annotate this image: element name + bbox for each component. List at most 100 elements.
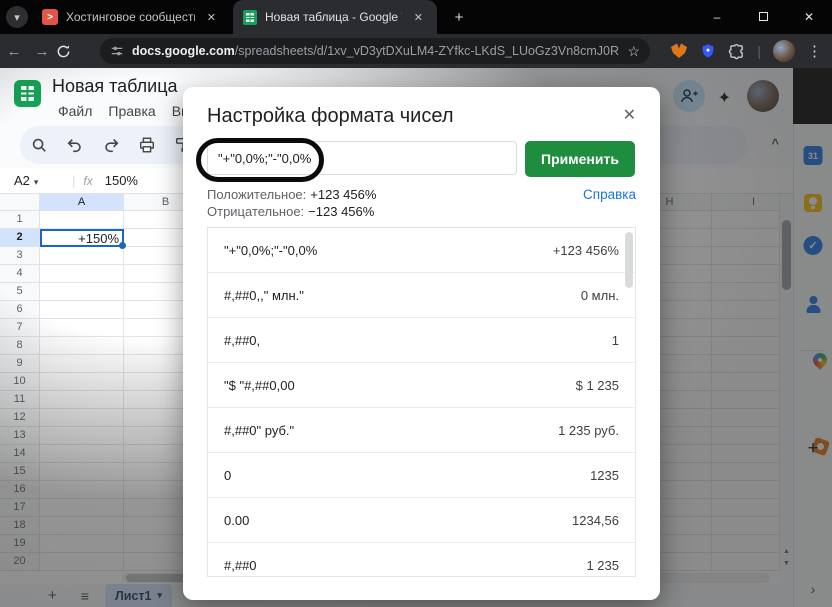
cell-A7[interactable]: [40, 319, 124, 337]
cell-A5[interactable]: [40, 283, 124, 301]
cell-A19[interactable]: [40, 535, 124, 553]
cell-I19[interactable]: [712, 535, 779, 553]
account-avatar[interactable]: [747, 80, 779, 112]
row-header-1[interactable]: 1: [0, 211, 40, 229]
add-sheet-button[interactable]: +: [48, 587, 57, 604]
cell-A2[interactable]: +150%: [40, 229, 126, 249]
cell-I7[interactable]: [712, 319, 779, 337]
menu-файл[interactable]: Файл: [50, 101, 100, 121]
row-header-19[interactable]: 19: [0, 535, 40, 553]
formula-input[interactable]: 150%: [105, 173, 138, 188]
keep-icon[interactable]: [804, 194, 822, 212]
column-header-I[interactable]: I: [712, 194, 779, 211]
cell-I3[interactable]: [712, 247, 779, 265]
reload-icon[interactable]: [56, 44, 84, 59]
sheets-logo-icon[interactable]: [14, 80, 41, 107]
undo-icon[interactable]: [66, 136, 84, 154]
cell-A12[interactable]: [40, 409, 124, 427]
cell-I20[interactable]: [712, 553, 779, 571]
cell-I4[interactable]: [712, 265, 779, 283]
list-scrollbar-thumb[interactable]: [625, 232, 633, 288]
menu-правка[interactable]: Правка: [100, 101, 163, 121]
format-option[interactable]: "$ "#,##0,00 $ 1 235: [208, 363, 635, 408]
maps-icon[interactable]: [810, 350, 830, 370]
row-header-5[interactable]: 5: [0, 283, 40, 301]
cell-I1[interactable]: [712, 211, 779, 229]
add-icon[interactable]: +: [807, 438, 818, 460]
row-header-14[interactable]: 14: [0, 445, 40, 463]
browser-menu-icon[interactable]: ⋮: [807, 42, 822, 60]
cell-A18[interactable]: [40, 517, 124, 535]
fill-handle[interactable]: [119, 242, 126, 249]
format-option[interactable]: #,##0" руб." 1 235 руб.: [208, 408, 635, 453]
extensions-puzzle-icon[interactable]: [728, 43, 745, 60]
format-option[interactable]: 0 1235: [208, 453, 635, 498]
cell-I15[interactable]: [712, 463, 779, 481]
apply-button[interactable]: Применить: [525, 141, 635, 177]
tab-search-button[interactable]: ▾: [6, 6, 28, 28]
format-input[interactable]: [207, 141, 517, 175]
address-bar[interactable]: docs.google.com/spreadsheets/d/1xv_vD3yt…: [100, 38, 650, 64]
select-all-corner[interactable]: [0, 194, 40, 211]
tab-close-icon[interactable]: ✕: [410, 9, 427, 26]
tasks-icon[interactable]: ✓: [803, 236, 823, 255]
bookmark-star-icon[interactable]: ☆: [627, 43, 640, 60]
row-header-3[interactable]: 3: [0, 247, 40, 265]
cell-I14[interactable]: [712, 445, 779, 463]
cell-A17[interactable]: [40, 499, 124, 517]
shield-extension-icon[interactable]: [700, 43, 716, 60]
cell-I11[interactable]: [712, 391, 779, 409]
format-option[interactable]: #,##0, 1: [208, 318, 635, 363]
site-info-icon[interactable]: [110, 44, 124, 58]
cell-A16[interactable]: [40, 481, 124, 499]
format-option[interactable]: 0.00 1234,56: [208, 498, 635, 543]
row-header-8[interactable]: 8: [0, 337, 40, 355]
row-header-16[interactable]: 16: [0, 481, 40, 499]
cell-I10[interactable]: [712, 373, 779, 391]
row-header-18[interactable]: 18: [0, 517, 40, 535]
row-header-9[interactable]: 9: [0, 355, 40, 373]
cell-I18[interactable]: [712, 517, 779, 535]
row-header-12[interactable]: 12: [0, 409, 40, 427]
cell-I17[interactable]: [712, 499, 779, 517]
hide-side-panel-icon[interactable]: ›: [811, 581, 816, 597]
browser-tab-sheets[interactable]: Новая таблица - Google Табли ✕: [233, 0, 437, 34]
format-option[interactable]: "+"0,0%;"-"0,0% +123 456%: [208, 228, 635, 273]
cell-I9[interactable]: [712, 355, 779, 373]
browser-tab-hosting[interactable]: > Хостинговое сообщество «Tim ✕: [32, 0, 230, 34]
redo-icon[interactable]: [102, 136, 120, 154]
vertical-scrollbar-thumb[interactable]: [782, 220, 791, 290]
maximize-button[interactable]: [740, 10, 786, 24]
forward-icon[interactable]: →: [28, 43, 56, 60]
row-header-11[interactable]: 11: [0, 391, 40, 409]
cell-I16[interactable]: [712, 481, 779, 499]
cell-A10[interactable]: [40, 373, 124, 391]
row-header-6[interactable]: 6: [0, 301, 40, 319]
help-link[interactable]: Справка: [583, 187, 636, 202]
cell-I8[interactable]: [712, 337, 779, 355]
scroll-down-icon[interactable]: ▼: [780, 560, 793, 567]
document-title[interactable]: Новая таблица: [52, 76, 178, 97]
cell-A8[interactable]: [40, 337, 124, 355]
row-header-7[interactable]: 7: [0, 319, 40, 337]
cell-I6[interactable]: [712, 301, 779, 319]
cell-I2[interactable]: [712, 229, 779, 247]
all-sheets-menu-icon[interactable]: ≡: [81, 588, 89, 604]
row-header-4[interactable]: 4: [0, 265, 40, 283]
cell-A20[interactable]: [40, 553, 124, 571]
metamask-icon[interactable]: [670, 42, 688, 60]
cell-I12[interactable]: [712, 409, 779, 427]
format-option[interactable]: #,##0 1 235: [208, 543, 635, 576]
row-header-20[interactable]: 20: [0, 553, 40, 571]
minimize-button[interactable]: –: [694, 10, 740, 24]
column-header-A[interactable]: A: [40, 194, 124, 211]
dialog-close-icon[interactable]: ✕: [621, 103, 638, 127]
row-header-15[interactable]: 15: [0, 463, 40, 481]
cell-A9[interactable]: [40, 355, 124, 373]
cell-A4[interactable]: [40, 265, 124, 283]
row-header-17[interactable]: 17: [0, 499, 40, 517]
cell-A14[interactable]: [40, 445, 124, 463]
close-window-button[interactable]: ✕: [786, 10, 832, 24]
row-header-10[interactable]: 10: [0, 373, 40, 391]
name-box[interactable]: A2 ▾: [0, 173, 58, 188]
